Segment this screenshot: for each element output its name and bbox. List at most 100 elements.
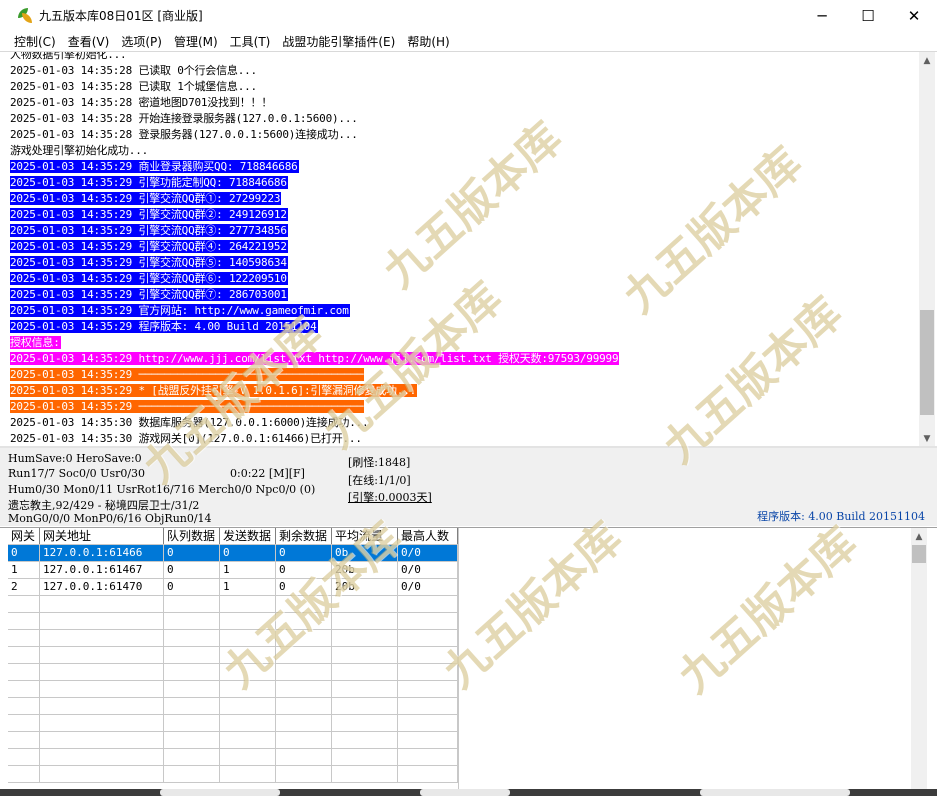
table-row[interactable]: [8, 698, 458, 715]
grid-header-cell[interactable]: 平均流量: [332, 528, 398, 544]
table-cell: [276, 766, 332, 782]
table-cell: [332, 732, 398, 748]
minimize-button[interactable]: ─: [799, 0, 845, 31]
table-row[interactable]: [8, 647, 458, 664]
table-row[interactable]: [8, 596, 458, 613]
table-cell: [398, 749, 458, 765]
table-cell: [164, 749, 220, 765]
table-cell: [332, 681, 398, 697]
table-row[interactable]: [8, 732, 458, 749]
grid-scroll-up-icon[interactable]: ▲: [911, 528, 927, 545]
log-line: 2025-01-03 14:35:29 官方网站: http://www.gam…: [10, 303, 905, 319]
table-cell: [398, 681, 458, 697]
table-cell: [276, 698, 332, 714]
table-cell: [8, 613, 40, 629]
table-cell: [398, 613, 458, 629]
menu-bar: 控制(C) 查看(V) 选项(P) 管理(M) 工具(T) 战盟功能引擎插件(E…: [0, 31, 937, 51]
status-hum: Hum0/30 Mon0/11 UsrRot16/716 Merch0/0 Np…: [8, 483, 316, 496]
table-row[interactable]: [8, 664, 458, 681]
log-line-text: 授权信息:: [10, 336, 61, 349]
status-save: HumSave:0 HeroSave:0: [8, 452, 142, 465]
status-run: Run17/7 Soc0/0 Usr0/30: [8, 467, 146, 480]
table-cell: 0: [164, 562, 220, 578]
log-panel[interactable]: 人物数据引擎初始化... 2025-01-03 14:35:28 已读取 0个行会…: [0, 51, 937, 446]
table-cell: [8, 698, 40, 714]
log-line-text: 2025-01-03 14:35:30 数据库服务器(127.0.0.1:600…: [10, 416, 369, 429]
log-line: 2025-01-03 14:35:29 引擎交流QQ群⑥: 122209510: [10, 271, 905, 287]
table-cell: [276, 647, 332, 663]
menu-view[interactable]: 查看(V): [63, 33, 115, 50]
table-row[interactable]: [8, 630, 458, 647]
menu-tools[interactable]: 工具(T): [225, 33, 276, 50]
table-cell: [8, 749, 40, 765]
table-row[interactable]: [8, 681, 458, 698]
table-cell: [40, 732, 164, 748]
table-cell: [398, 664, 458, 680]
menu-control[interactable]: 控制(C): [9, 33, 61, 50]
log-line: 2025-01-03 14:35:29 * [战盟反外挂引擎-V 1.0.1.6…: [10, 383, 905, 399]
log-line: 2025-01-03 14:35:29 http://www.jjj.com/l…: [10, 351, 905, 367]
log-line: 人物数据引擎初始化...: [10, 52, 905, 63]
log-line-text: 2025-01-03 14:35:29 引擎交流QQ群⑤: 140598634: [10, 256, 288, 269]
table-row[interactable]: [8, 613, 458, 630]
table-cell: [398, 766, 458, 782]
table-cell: [220, 681, 276, 697]
table-cell: [220, 647, 276, 663]
table-cell: [40, 664, 164, 680]
table-cell: 20b: [332, 562, 398, 578]
log-scrollbar[interactable]: ▲ ▼: [919, 52, 935, 446]
close-button[interactable]: ✕: [891, 0, 937, 31]
menu-options[interactable]: 选项(P): [116, 33, 167, 50]
grid-header-cell[interactable]: 剩余数据: [276, 528, 332, 544]
table-cell: [398, 647, 458, 663]
maximize-button[interactable]: ☐: [845, 0, 891, 31]
grid-scroll-thumb[interactable]: [912, 545, 926, 563]
log-lines: 人物数据引擎初始化... 2025-01-03 14:35:28 已读取 0个行会…: [10, 52, 905, 446]
log-scroll-thumb[interactable]: [920, 310, 934, 415]
table-cell: [220, 732, 276, 748]
grid-header-row: 网关 网关地址 队列数据 发送数据 剩余数据 平均流量 最高人数: [8, 528, 458, 545]
status-boss: 遗忘教主,92/429 - 秘境四层卫士/31/2: [8, 499, 200, 512]
log-line: 2025-01-03 14:35:30 游戏网关[0](127.0.0.1:61…: [10, 431, 905, 446]
grid-header-cell[interactable]: 网关: [8, 528, 40, 544]
table-cell: [40, 749, 164, 765]
menu-manage[interactable]: 管理(M): [169, 33, 223, 50]
table-cell: [164, 647, 220, 663]
grid-scrollbar[interactable]: ▲: [911, 528, 927, 790]
grid-header-cell[interactable]: 队列数据: [164, 528, 220, 544]
menu-help[interactable]: 帮助(H): [402, 33, 454, 50]
table-cell: [40, 681, 164, 697]
table-cell: 0: [276, 545, 332, 561]
table-cell: [332, 715, 398, 731]
log-line: 授权信息:: [10, 335, 905, 351]
log-line: 2025-01-03 14:35:29 引擎交流QQ群①: 27299223: [10, 191, 905, 207]
log-line-text: 2025-01-03 14:35:29 引擎交流QQ群②: 249126912: [10, 208, 288, 221]
table-row[interactable]: [8, 715, 458, 732]
table-cell: [8, 647, 40, 663]
scroll-down-icon[interactable]: ▼: [919, 430, 935, 446]
gateway-grid[interactable]: 网关 网关地址 队列数据 发送数据 剩余数据 平均流量 最高人数 0 127.0.0.1:614…: [8, 528, 459, 790]
table-cell: [220, 613, 276, 629]
grid-header-cell[interactable]: 最高人数: [398, 528, 458, 544]
table-row[interactable]: [8, 766, 458, 783]
scroll-up-icon[interactable]: ▲: [919, 52, 935, 69]
desktop-strip: [0, 789, 937, 796]
table-cell: 0: [164, 579, 220, 595]
table-row[interactable]: 2 127.0.0.1:61470 0 1 0 20b 0/0: [8, 579, 458, 596]
table-cell: [398, 715, 458, 731]
table-cell: [276, 630, 332, 646]
log-line: 2025-01-03 14:35:28 登录服务器(127.0.0.1:5600…: [10, 127, 905, 143]
menu-plugins[interactable]: 战盟功能引擎插件(E): [277, 33, 400, 50]
log-line: 2025-01-03 14:35:28 已读取 0个行会信息...: [10, 63, 905, 79]
grid-header-cell[interactable]: 网关地址: [40, 528, 164, 544]
table-cell: 127.0.0.1:61467: [40, 562, 164, 578]
table-row[interactable]: [8, 749, 458, 766]
table-row[interactable]: 0 127.0.0.1:61466 0 0 0 0b 0/0: [8, 545, 458, 562]
table-cell: 0/0: [398, 545, 458, 561]
table-cell: 0: [276, 579, 332, 595]
table-cell: [332, 630, 398, 646]
status-version: 程序版本: 4.00 Build 20151104: [757, 510, 925, 523]
grid-header-cell[interactable]: 发送数据: [220, 528, 276, 544]
log-line: 2025-01-03 14:35:29 商业登录器购买QQ: 718846686: [10, 159, 905, 175]
table-row[interactable]: 1 127.0.0.1:61467 0 1 0 20b 0/0: [8, 562, 458, 579]
